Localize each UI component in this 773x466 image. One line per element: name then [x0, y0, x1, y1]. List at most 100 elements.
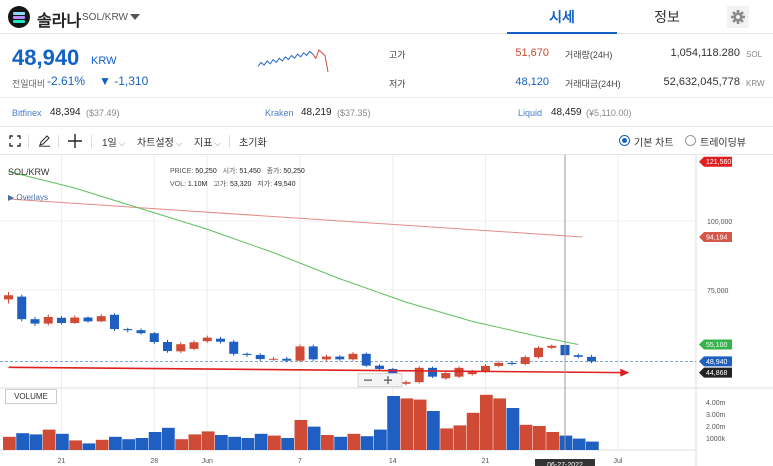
candle-body	[308, 346, 318, 360]
candle-body	[83, 317, 93, 322]
candle-body	[163, 342, 172, 352]
amount-value: 52,632,045,778	[663, 76, 740, 88]
candle-body	[335, 356, 345, 360]
candle-body	[454, 367, 464, 377]
volume-tick-label: 1000k	[706, 436, 726, 443]
indicators-label: 지표	[194, 138, 213, 149]
exchange-prices: Bitfinex 48,394 ($37.49) Kraken 48,219 (…	[0, 99, 773, 127]
sparkline-blue	[257, 50, 314, 67]
volume-bar	[42, 429, 56, 450]
x-tick-label: 21	[482, 458, 490, 465]
x-tick-label: 14	[389, 458, 397, 465]
gear-icon[interactable]	[727, 6, 749, 28]
amount-unit: KRW	[746, 79, 765, 88]
volume-bar	[254, 433, 268, 450]
candle-body	[401, 382, 411, 384]
candle-body	[361, 353, 371, 366]
volume-bar	[122, 439, 135, 450]
candle-body	[255, 354, 265, 360]
volume-bar	[374, 429, 387, 450]
candle-body	[547, 345, 557, 348]
crosshair-icon[interactable]	[68, 134, 82, 148]
volume-bar	[215, 435, 228, 450]
change-percent: -2.61%	[47, 74, 86, 88]
volume-unit: SOL	[746, 50, 763, 59]
volume-bar	[29, 434, 43, 450]
candle-body	[176, 344, 186, 352]
interval-select[interactable]: 1일 ⌵	[102, 134, 125, 149]
candlestick-chart[interactable]: 06-27-2022 100,000 75,000 4.00m 3.00m 2.00m 10…	[0, 155, 773, 466]
volume-bar	[466, 412, 480, 450]
candle-body	[375, 365, 384, 369]
volume-bar	[135, 438, 149, 450]
candle-body	[414, 367, 424, 383]
tab-info[interactable]: 정보	[617, 0, 717, 34]
exchange-name[interactable]: Liquid	[518, 108, 542, 118]
chart-settings-menu[interactable]: 차트설정 ⌵	[137, 134, 182, 149]
crosshair-date: 06-27-2022	[547, 462, 583, 466]
moving-average-short	[8, 171, 579, 345]
sparkline-red	[312, 49, 329, 73]
basic-chart-label[interactable]: 기본 차트	[634, 134, 674, 149]
coin-name: 솔라나	[37, 13, 82, 30]
tradingview-radio[interactable]	[685, 135, 696, 146]
moving-average-long	[8, 198, 583, 238]
fullscreen-icon[interactable]	[9, 135, 21, 147]
pair-dropdown-icon[interactable]	[130, 14, 140, 20]
chart-settings-label: 차트설정	[137, 138, 174, 149]
solana-logo-icon	[8, 6, 30, 28]
volume-bar	[387, 396, 400, 450]
candle-body	[282, 358, 292, 361]
volume-bar	[347, 433, 361, 450]
candle-body	[4, 295, 13, 300]
coin-pair: SOL/KRW	[82, 12, 128, 23]
volume-bar	[188, 434, 202, 450]
volume-bar	[162, 427, 175, 450]
price-sparkline	[257, 49, 329, 73]
reset-button[interactable]: 초기화	[239, 134, 267, 149]
candle-body	[30, 319, 40, 324]
price-tag-label: 44,868	[706, 370, 728, 377]
y-tick-label: 100,000	[707, 219, 732, 226]
change-label: 전일대비	[12, 79, 46, 89]
candle-body	[123, 329, 133, 331]
volume-bar	[572, 438, 586, 450]
ticker-summary: 48,940 KRW 전일대비 -2.61% ▼ -1,310 고가 51,67…	[0, 34, 773, 98]
x-tick-label: Jul	[614, 458, 623, 465]
candle-body	[96, 316, 106, 322]
price-tag-label: 48,940	[706, 359, 728, 366]
app-root: 솔라나 SOL/KRW 시세 정보 48,940 KRW 전일대비 -2.61%…	[0, 0, 773, 466]
chevron-down-icon: ⌵	[212, 139, 221, 148]
chevron-down-icon: ⌵	[116, 139, 126, 148]
volume-bar	[480, 394, 493, 450]
tab-price[interactable]: 시세	[507, 0, 617, 34]
price-tag: 44,868	[699, 367, 732, 378]
exchange-name[interactable]: Kraken	[265, 108, 294, 118]
price-tag-label: 121,560	[706, 159, 731, 166]
volume-value: 1,054,118.280	[670, 47, 740, 59]
header-bar: 솔라나 SOL/KRW 시세 정보	[0, 0, 773, 34]
volume-bar	[307, 426, 321, 450]
candle-body	[348, 353, 358, 360]
indicators-menu[interactable]: 지표 ⌵	[194, 134, 221, 149]
pencil-icon[interactable]	[38, 134, 51, 147]
change-amount: ▼ -1,310	[99, 74, 149, 88]
volume-bar	[400, 398, 414, 450]
trend-line-arrowhead	[620, 368, 630, 377]
candle-body	[136, 330, 146, 334]
current-price: 48,940	[12, 45, 80, 70]
candle-body	[229, 341, 239, 354]
candle-body	[520, 357, 530, 364]
candle-body	[587, 356, 596, 362]
basic-chart-radio[interactable]	[619, 135, 630, 146]
volume-bar	[3, 436, 16, 450]
overlays-toggle[interactable]: ▶ Overlays	[8, 193, 48, 202]
volume-bar	[559, 435, 573, 450]
volume-bar	[294, 420, 308, 450]
exchange-name[interactable]: Bitfinex	[12, 108, 42, 118]
tradingview-label[interactable]: 트레이딩뷰	[700, 134, 746, 149]
high-value: 51,670	[515, 47, 549, 59]
price-chart[interactable]: 06-27-2022 100,000 75,000 4.00m 3.00m 2.00m 10…	[0, 155, 773, 466]
trend-line[interactable]	[8, 366, 624, 374]
volume-bar	[56, 433, 69, 450]
